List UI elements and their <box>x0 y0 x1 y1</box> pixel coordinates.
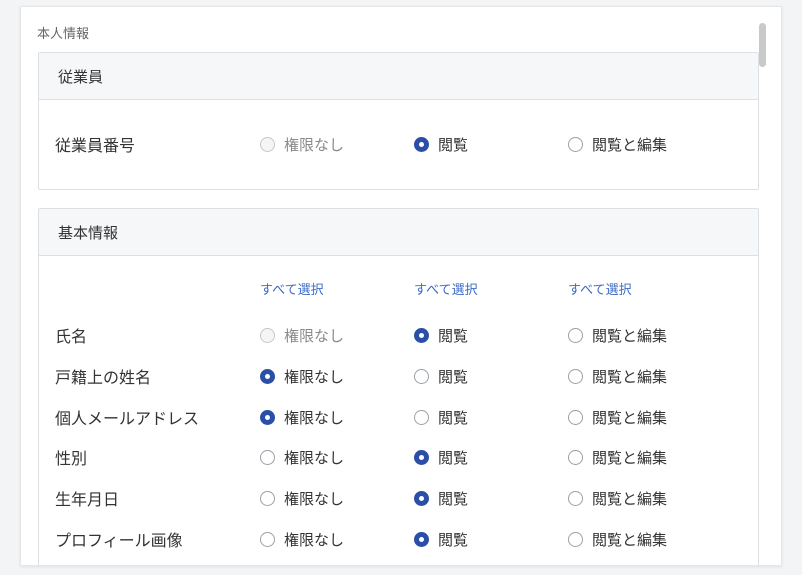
permission-row: 従業員番号 権限なし 閲覧 閲覧と編集 <box>39 132 758 156</box>
permission-row: プロフィール画像 権限なし 閲覧 閲覧と編集 <box>39 527 758 551</box>
radio-view[interactable]: 閲覧 <box>414 407 468 428</box>
permission-row: 生年月日 権限なし 閲覧 閲覧と編集 <box>39 486 758 510</box>
radio-view[interactable]: 閲覧 <box>414 447 468 468</box>
radio-view[interactable]: 閲覧 <box>414 488 468 509</box>
radio-selected-icon <box>414 490 429 506</box>
row-label-personal-email: 個人メールアドレス <box>55 409 200 428</box>
row-label-legal-name: 戸籍上の姓名 <box>55 368 152 387</box>
radio-circle-icon <box>414 409 429 425</box>
radio-selected-icon <box>260 368 275 384</box>
radio-selected-icon <box>414 449 429 465</box>
row-label-gender: 性別 <box>55 449 88 468</box>
radio-circle-icon <box>568 531 583 547</box>
row-label-employee-number: 従業員番号 <box>55 136 136 155</box>
radio-edit[interactable]: 閲覧と編集 <box>568 134 667 155</box>
radio-circle-icon <box>568 136 583 152</box>
select-all-view-link[interactable]: すべて選択 <box>414 279 478 298</box>
radio-circle-icon <box>260 136 275 152</box>
permission-row: 戸籍上の姓名 権限なし 閲覧 閲覧と編集 <box>39 364 758 388</box>
radio-none[interactable]: 権限なし <box>260 488 344 509</box>
select-all-edit-link[interactable]: すべて選択 <box>568 279 632 298</box>
employee-panel: 従業員 従業員番号 権限なし 閲覧 閲覧と編集 <box>38 52 759 190</box>
radio-circle-icon <box>568 490 583 506</box>
section-title: 本人情報 <box>37 27 90 42</box>
radio-view[interactable]: 閲覧 <box>414 134 468 155</box>
radio-circle-icon <box>568 409 583 425</box>
radio-circle-icon <box>568 327 583 343</box>
radio-edit[interactable]: 閲覧と編集 <box>568 488 667 509</box>
radio-edit[interactable]: 閲覧と編集 <box>568 366 667 387</box>
radio-selected-icon <box>260 409 275 425</box>
radio-circle-icon <box>414 368 429 384</box>
permission-row: 性別 権限なし 閲覧 閲覧と編集 <box>39 445 758 469</box>
radio-circle-icon <box>260 490 275 506</box>
select-all-none-link[interactable]: すべて選択 <box>260 279 324 298</box>
basic-info-panel-title: 基本情報 <box>58 223 119 242</box>
employee-panel-title: 従業員 <box>58 67 104 86</box>
radio-circle-icon <box>260 327 275 343</box>
radio-edit[interactable]: 閲覧と編集 <box>568 407 667 428</box>
radio-none[interactable]: 権限なし <box>260 134 344 155</box>
basic-info-panel: 基本情報 すべて選択 すべて選択 すべて選択 氏名 権限なし 閲覧 閲覧と編集 … <box>38 208 759 565</box>
radio-circle-icon <box>260 449 275 465</box>
row-label-name: 氏名 <box>55 327 88 346</box>
radio-selected-icon <box>414 327 429 343</box>
radio-none[interactable]: 権限なし <box>260 407 344 428</box>
permission-row: 氏名 権限なし 閲覧 閲覧と編集 <box>39 323 758 347</box>
radio-none[interactable]: 権限なし <box>260 325 344 346</box>
radio-none[interactable]: 権限なし <box>260 366 344 387</box>
radio-selected-icon <box>414 531 429 547</box>
radio-none[interactable]: 権限なし <box>260 447 344 468</box>
radio-edit[interactable]: 閲覧と編集 <box>568 529 667 550</box>
radio-none[interactable]: 権限なし <box>260 529 344 550</box>
permission-settings-frame: 本人情報 従業員 従業員番号 権限なし 閲覧 閲覧と編集 基本情報 すべて選択 … <box>20 6 782 566</box>
row-label-birthdate: 生年月日 <box>55 490 120 509</box>
basic-info-panel-header: 基本情報 <box>39 209 758 256</box>
row-label-profile-image: プロフィール画像 <box>55 531 183 550</box>
radio-view[interactable]: 閲覧 <box>414 325 468 346</box>
radio-circle-icon <box>568 368 583 384</box>
permission-row: 個人メールアドレス 権限なし 閲覧 閲覧と編集 <box>39 405 758 429</box>
radio-selected-icon <box>414 136 429 152</box>
radio-edit[interactable]: 閲覧と編集 <box>568 447 667 468</box>
radio-edit[interactable]: 閲覧と編集 <box>568 325 667 346</box>
radio-circle-icon <box>568 449 583 465</box>
employee-panel-header: 従業員 <box>39 53 758 100</box>
radio-circle-icon <box>260 531 275 547</box>
radio-view[interactable]: 閲覧 <box>414 366 468 387</box>
radio-view[interactable]: 閲覧 <box>414 529 468 550</box>
scrollbar-thumb[interactable] <box>759 23 766 67</box>
